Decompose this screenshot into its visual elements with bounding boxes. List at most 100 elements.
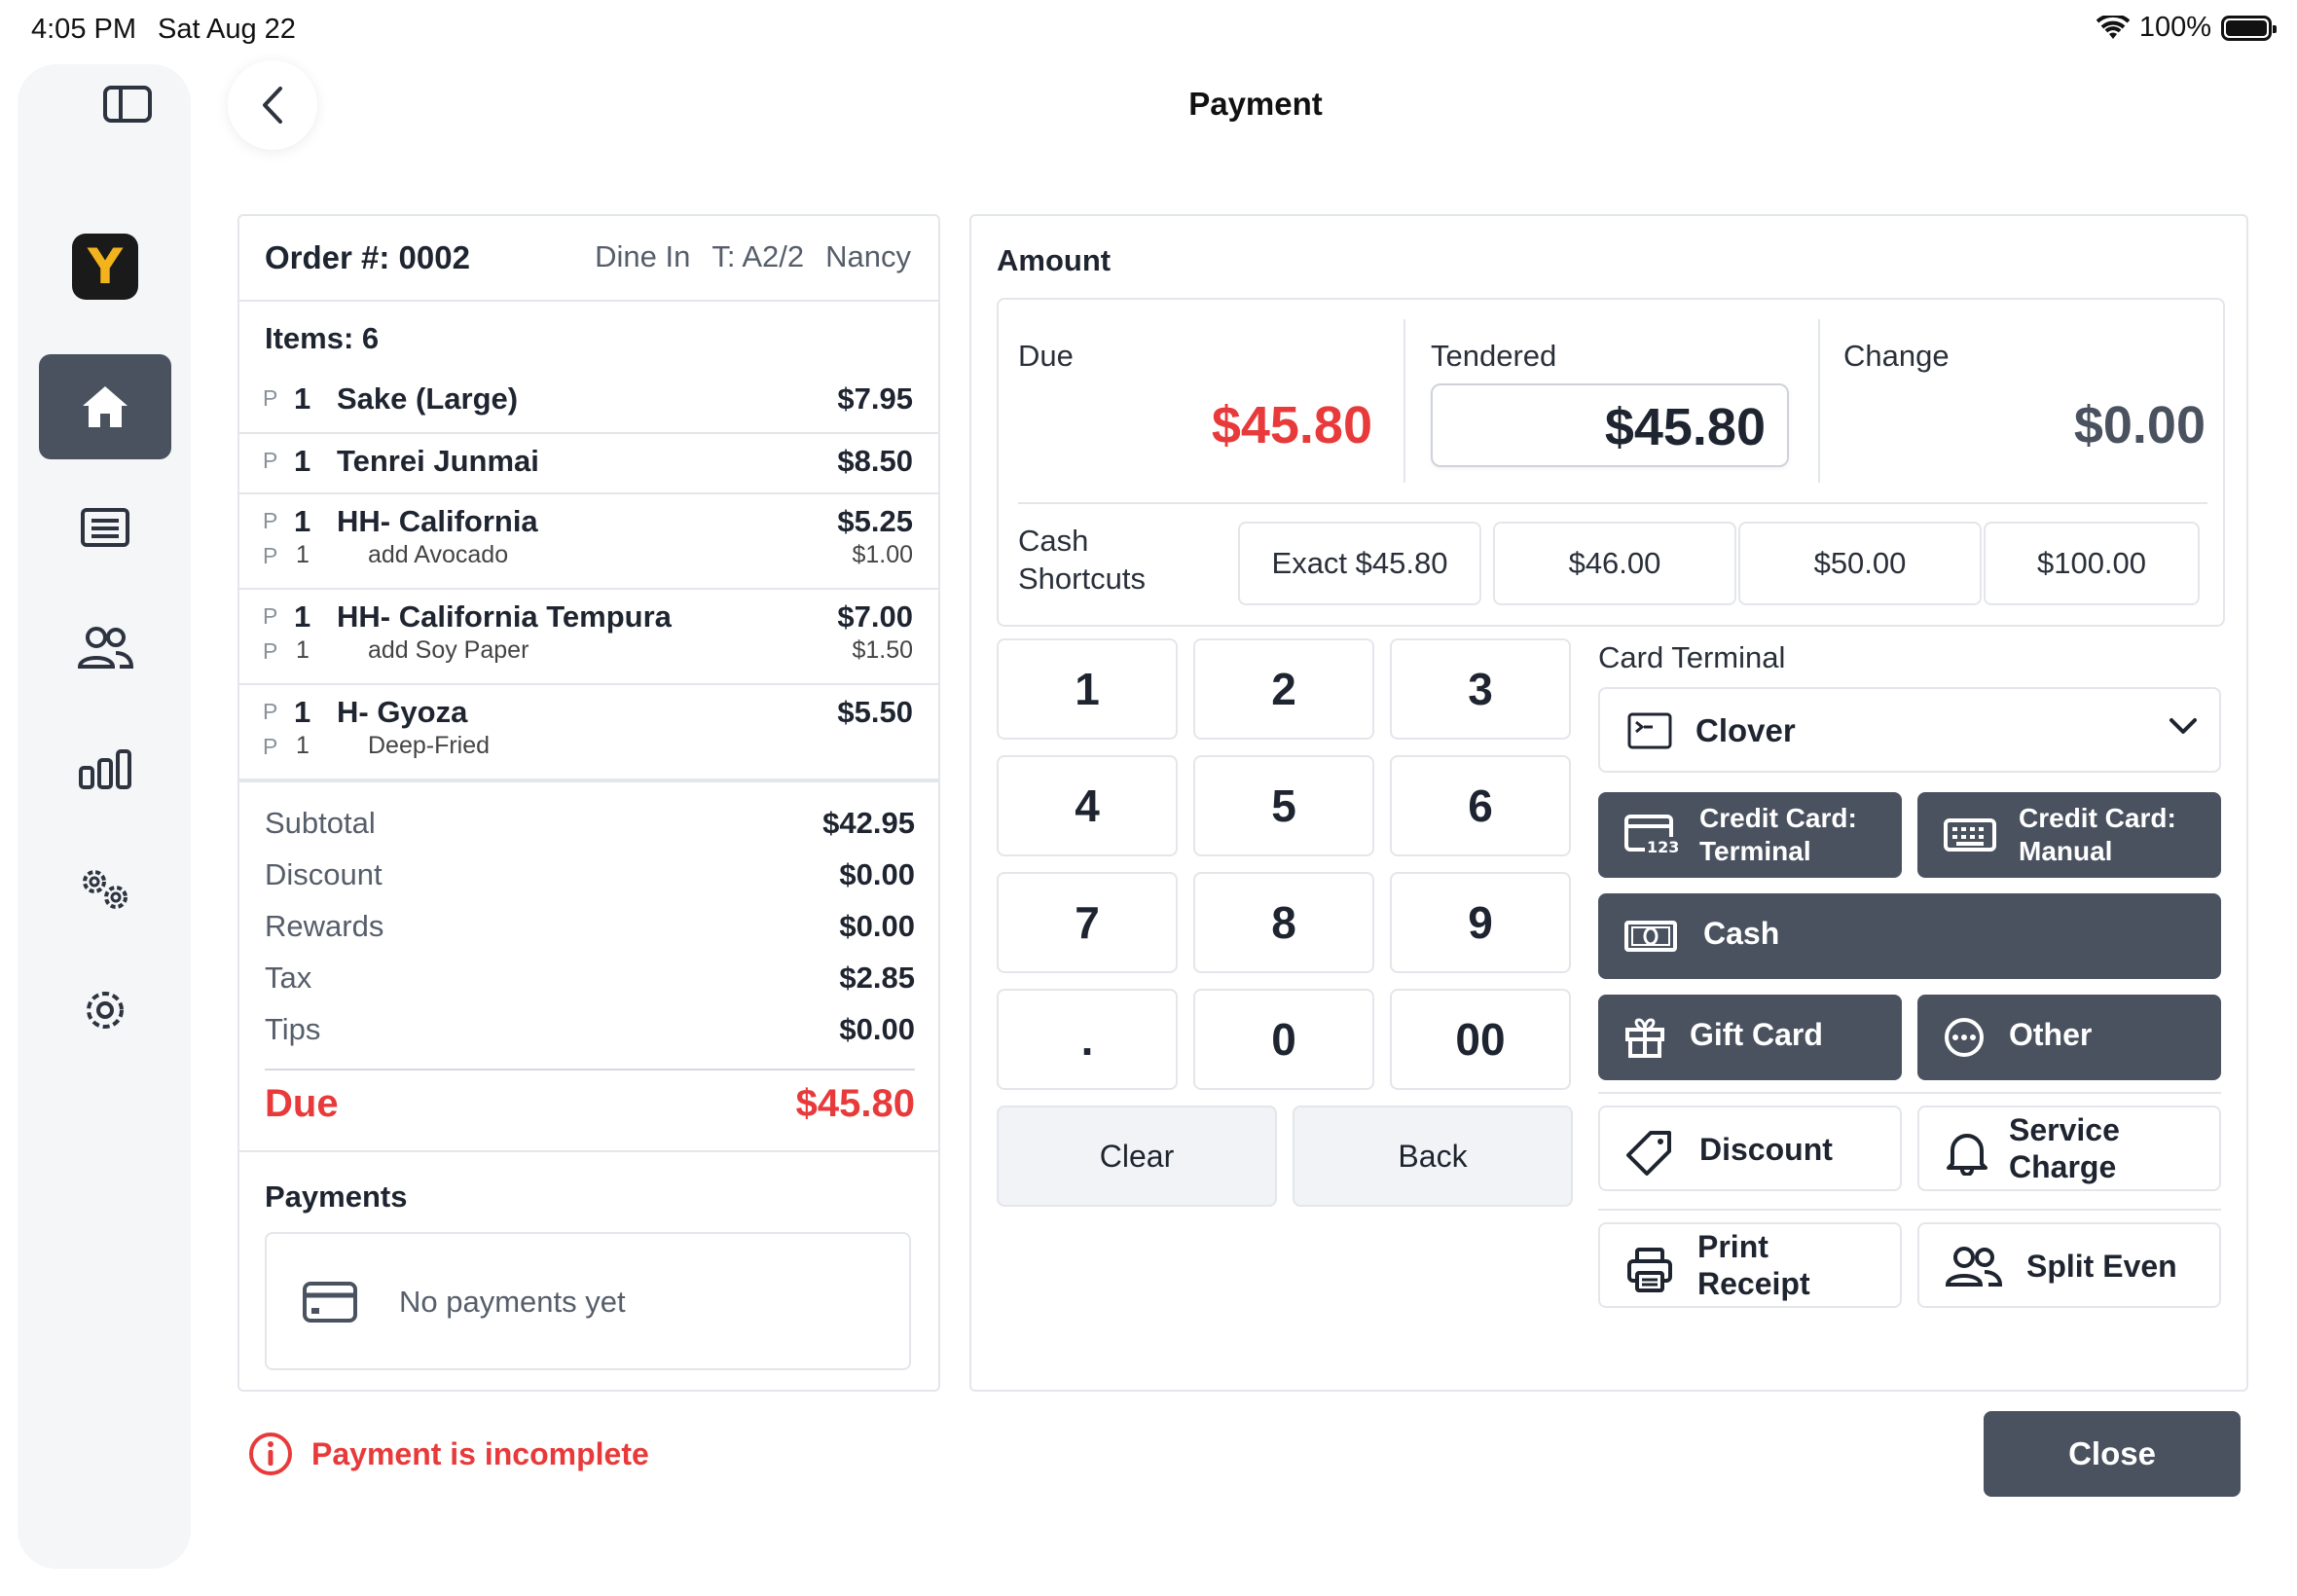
back-key-button[interactable]: Back — [1293, 1106, 1573, 1207]
item-flag: P — [263, 385, 278, 411]
divider — [1598, 1092, 2221, 1094]
sidebar-item-home[interactable] — [39, 354, 171, 459]
print-receipt-line1: Print — [1697, 1229, 1768, 1264]
payment-warning: Payment is incomplete — [247, 1431, 649, 1477]
item-price: $8.50 — [837, 444, 913, 478]
key-3[interactable]: 3 — [1390, 638, 1571, 740]
item-price: $7.00 — [837, 599, 913, 634]
modifier-price: $1.00 — [852, 541, 913, 568]
split-even-label: Split Even — [2026, 1249, 2177, 1284]
amount-due-label: Due — [1018, 339, 1074, 373]
due-value: $45.80 — [795, 1082, 915, 1125]
item-flag: P — [263, 508, 278, 533]
sidebar-item-orders[interactable] — [39, 475, 171, 580]
list-item[interactable]: P 1 H- Gyoza $5.50 P 1 Deep-Fried — [239, 685, 938, 782]
key-00[interactable]: 00 — [1390, 989, 1571, 1090]
terminal-select[interactable]: Clover — [1598, 687, 2221, 773]
tax-value: $2.85 — [839, 961, 915, 995]
order-server: Nancy — [825, 239, 911, 273]
item-flag: P — [263, 448, 278, 473]
shortcut-46-button[interactable]: $46.00 — [1493, 522, 1736, 605]
credit-terminal-line1: Credit Card: — [1699, 803, 1857, 833]
modifier-qty: 1 — [296, 541, 310, 568]
other-button[interactable]: Other — [1917, 995, 2221, 1080]
status-date: Sat Aug 22 — [158, 14, 296, 45]
list-item[interactable]: P 1 HH- California Tempura $7.00 P 1 add Soy … — [239, 590, 938, 685]
key-6[interactable]: 6 — [1390, 755, 1571, 856]
tendered-label: Tendered — [1431, 339, 1557, 373]
sidebar-item-settings[interactable] — [39, 958, 171, 1063]
item-price: $5.50 — [837, 695, 913, 729]
item-qty: 1 — [294, 504, 311, 538]
print-receipt-label: Print Receipt — [1697, 1228, 1810, 1302]
cash-shortcuts-label-line1: Cash — [1018, 524, 1089, 558]
rewards-row: Rewards $0.00 — [265, 909, 915, 952]
order-header: Order #: 0002 Dine In T: A2/2 Nancy — [239, 216, 938, 302]
key-9[interactable]: 9 — [1390, 872, 1571, 973]
discount-label: Discount — [265, 857, 383, 891]
configuration-icon — [83, 870, 128, 909]
tips-value: $0.00 — [839, 1012, 915, 1046]
card-terminal-label: Card Terminal — [1598, 640, 1786, 674]
items-list: P 1 Sake (Large) $7.95 P 1 Tenrei Junmai $8.50… — [239, 376, 938, 782]
subtotal-row: Subtotal $42.95 — [265, 806, 915, 849]
key-7[interactable]: 7 — [997, 872, 1178, 973]
discount-button[interactable]: Discount — [1598, 1106, 1902, 1191]
sidebar-item-configuration[interactable] — [39, 837, 171, 942]
key-8[interactable]: 8 — [1193, 872, 1374, 973]
split-even-button[interactable]: Split Even — [1917, 1222, 2221, 1308]
payment-panel: Amount Due $45.80 Tendered $45.80 Change… — [969, 214, 2248, 1392]
print-receipt-button[interactable]: Print Receipt — [1598, 1222, 1902, 1308]
tendered-input[interactable]: $45.80 — [1431, 383, 1789, 467]
close-button[interactable]: Close — [1984, 1411, 2241, 1497]
cash-shortcuts-label-line2: Shortcuts — [1018, 562, 1146, 596]
modifier-price: $1.50 — [852, 636, 913, 664]
key-0[interactable]: 0 — [1193, 989, 1374, 1090]
tag-icon — [1626, 1131, 1671, 1176]
cash-button[interactable]: Cash — [1598, 893, 2221, 979]
gift-card-label: Gift Card — [1690, 1017, 1823, 1052]
key-2[interactable]: 2 — [1193, 638, 1374, 740]
other-label: Other — [2009, 1017, 2093, 1052]
due-label: Due — [265, 1082, 339, 1125]
divider — [265, 1069, 915, 1070]
credit-card-manual-button[interactable]: Credit Card: Manual — [1917, 792, 2221, 878]
payments-title: Payments — [265, 1179, 408, 1214]
sidebar-item-reports[interactable] — [39, 716, 171, 821]
sidebar-item-customers[interactable] — [39, 596, 171, 701]
tips-row: Tips $0.00 — [265, 1012, 915, 1055]
item-price: $5.25 — [837, 504, 913, 538]
battery-percent: 100% — [2138, 12, 2211, 43]
order-meta: Dine In T: A2/2 Nancy — [595, 239, 911, 274]
payment-warning-text: Payment is incomplete — [311, 1435, 649, 1471]
app-logo: Y — [72, 234, 138, 300]
gift-icon — [1625, 1018, 1664, 1058]
clear-button[interactable]: Clear — [997, 1106, 1277, 1207]
key-decimal[interactable]: . — [997, 989, 1178, 1090]
key-5[interactable]: 5 — [1193, 755, 1374, 856]
list-item[interactable]: P 1 HH- California $5.25 P 1 add Avocado $1.00 — [239, 494, 938, 590]
divider — [1404, 319, 1405, 483]
order-number: Order #: 0002 — [265, 239, 470, 275]
shortcut-50-button[interactable]: $50.00 — [1738, 522, 1982, 605]
key-1[interactable]: 1 — [997, 638, 1178, 740]
due-row: Due $45.80 — [265, 1082, 915, 1126]
shortcut-exact-button[interactable]: Exact $45.80 — [1238, 522, 1481, 605]
modifier-name: add Soy Paper — [368, 636, 529, 664]
order-table: T: A2/2 — [711, 239, 805, 273]
shortcut-100-button[interactable]: $100.00 — [1984, 522, 2200, 605]
item-qty: 1 — [294, 381, 311, 416]
credit-card-terminal-button[interactable]: 123 Credit Card: Terminal — [1598, 792, 1902, 878]
list-item[interactable]: P 1 Sake (Large) $7.95 — [239, 376, 938, 434]
item-qty: 1 — [294, 599, 311, 634]
service-charge-button[interactable]: Service Charge — [1917, 1106, 2221, 1191]
divider — [1018, 502, 2207, 504]
key-4[interactable]: 4 — [997, 755, 1178, 856]
list-item[interactable]: P 1 Tenrei Junmai $8.50 — [239, 434, 938, 494]
more-options-icon — [1945, 1018, 1984, 1057]
tendered-value: $45.80 — [1604, 398, 1766, 456]
discount-value: $0.00 — [839, 857, 915, 891]
gift-card-button[interactable]: Gift Card — [1598, 995, 1902, 1080]
printer-icon — [1627, 1248, 1672, 1292]
amount-title: Amount — [997, 243, 1112, 277]
